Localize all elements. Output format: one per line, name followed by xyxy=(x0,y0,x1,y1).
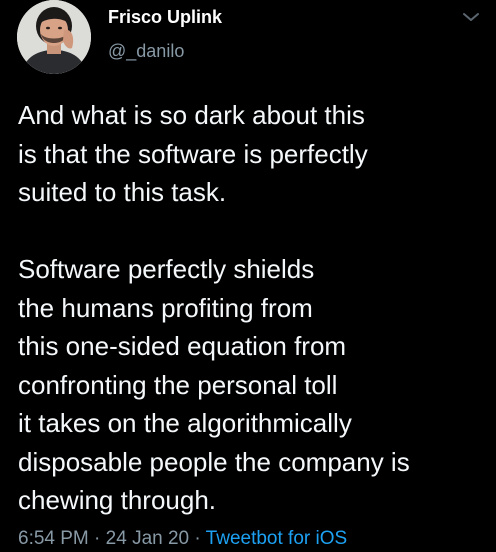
tweet-meta: 6:54 PM · 24 Jan 20 · Tweetbot for iOS xyxy=(18,526,347,552)
tweet-line: chewing through. xyxy=(18,485,217,515)
tweet-menu-button[interactable] xyxy=(462,10,480,24)
tweet-line: it takes on the algorithmically xyxy=(18,408,352,438)
tweet-paragraph: Software perfectly shields the humans pr… xyxy=(18,250,488,520)
tweet-line: disposable people the company is xyxy=(18,446,410,477)
tweet-paragraph: And what is so dark about this is that t… xyxy=(18,96,488,212)
display-name[interactable]: Frisco Uplink xyxy=(108,6,222,28)
user-handle[interactable]: @_danilo xyxy=(108,40,222,62)
avatar[interactable] xyxy=(17,0,91,74)
tweet-line: is that the software is perfectly xyxy=(18,138,368,169)
tweet-line: this one-sided equation from xyxy=(18,331,347,361)
tweet-card: Frisco Uplink @_danilo And what is so da… xyxy=(0,0,496,549)
person-avatar-icon xyxy=(17,0,91,74)
tweet-line: confronting the personal toll xyxy=(18,369,338,400)
author-block: Frisco Uplink @_danilo xyxy=(108,6,222,62)
tweet-line: Software perfectly shields xyxy=(18,254,315,284)
tweet-line: suited to this task. xyxy=(18,177,227,207)
chevron-down-icon xyxy=(463,13,479,21)
tweet-line: And what is so dark about this xyxy=(18,100,365,130)
tweet-line: the humans profiting from xyxy=(18,292,313,323)
tweet-text: And what is so dark about this is that t… xyxy=(18,96,488,520)
